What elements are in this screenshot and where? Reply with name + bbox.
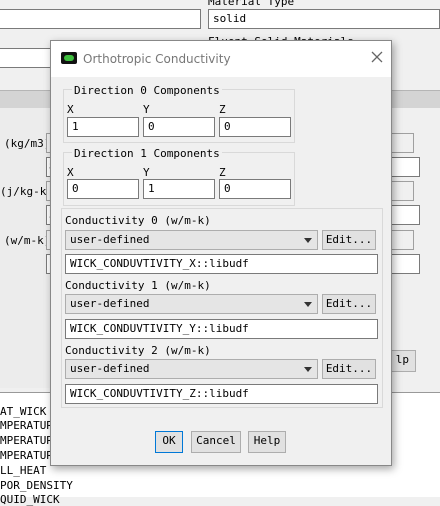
direction-0-x-input[interactable]: 1 (67, 117, 139, 137)
direction-0-z-input[interactable]: 0 (219, 117, 291, 137)
density-unit-label: (kg/m3) (4, 137, 51, 150)
list-item[interactable]: MPERATUR (0, 434, 53, 447)
direction-1-z-label: Z (219, 166, 226, 179)
right-field-3[interactable] (390, 254, 420, 274)
conductivity-0-method-value: user-defined (70, 233, 150, 246)
direction-1-legend: Direction 1 Components (72, 147, 222, 160)
conductivity-1-method-value: user-defined (70, 297, 150, 310)
list-item[interactable]: POR_DENSITY (0, 479, 73, 492)
direction-0-y-label: Y (143, 103, 150, 116)
help-button[interactable]: Help (248, 431, 286, 453)
conductivity-0-edit-button[interactable]: Edit... (322, 230, 376, 250)
list-item[interactable]: AT_WICK (0, 405, 46, 418)
direction-0-z-label: Z (219, 103, 226, 116)
direction-1-y-label: Y (143, 166, 150, 179)
direction-0-x-label: X (67, 103, 74, 116)
conductivity-2-method-value: user-defined (70, 362, 150, 375)
list-item[interactable]: LL_HEAT (0, 464, 46, 477)
list-item[interactable]: MPERATUR (0, 449, 53, 462)
conductivity-unit-label: (w/m-k) (4, 234, 51, 247)
material-type-label: Material Type (208, 0, 295, 8)
direction-0-y-input[interactable]: 0 (143, 117, 215, 137)
right-field-1[interactable] (390, 157, 420, 177)
conductivity-1-edit-button[interactable]: Edit... (322, 294, 376, 314)
ok-button[interactable]: OK (155, 431, 183, 453)
conductivity-2-method-select[interactable]: user-defined (65, 359, 318, 379)
direction-1-y-input[interactable]: 1 (143, 179, 215, 199)
close-icon[interactable] (369, 49, 385, 65)
density-edit-button[interactable] (390, 133, 414, 153)
material-type-field[interactable]: solid (208, 9, 440, 29)
orthotropic-conductivity-dialog: Orthotropic Conductivity Direction 0 Com… (50, 40, 392, 466)
dialog-titlebar[interactable]: Orthotropic Conductivity (51, 41, 391, 77)
chevron-down-icon (304, 238, 312, 243)
direction-1-x-label: X (67, 166, 74, 179)
list-item[interactable]: QUID_WICK (0, 493, 60, 506)
fluent-app-icon (61, 52, 77, 64)
cancel-button[interactable]: Cancel (191, 431, 241, 453)
conductivity-0-udf-field[interactable]: WICK_CONDUVTIVITY_X::libudf (65, 254, 378, 274)
chevron-down-icon (304, 302, 312, 307)
list-item[interactable]: MPERATUR (0, 419, 53, 432)
conductivity-1-udf-field[interactable]: WICK_CONDUVTIVITY_Y::libudf (65, 319, 378, 339)
conductivity-2-label: Conductivity 2 (w/m-k) (65, 344, 211, 357)
conductivity-1-method-select[interactable]: user-defined (65, 294, 318, 314)
cp-edit-button[interactable] (390, 181, 414, 201)
chevron-down-icon (304, 367, 312, 372)
dialog-title: Orthotropic Conductivity (83, 52, 231, 66)
conductivity-2-udf-field[interactable]: WICK_CONDUVTIVITY_Z::libudf (65, 384, 378, 404)
right-field-2[interactable] (390, 205, 420, 225)
conductivity-edit-button[interactable] (390, 230, 414, 250)
direction-1-x-input[interactable]: 0 (67, 179, 139, 199)
direction-0-legend: Direction 0 Components (72, 84, 222, 97)
conductivity-0-label: Conductivity 0 (w/m-k) (65, 214, 211, 227)
conductivity-0-method-select[interactable]: user-defined (65, 230, 318, 250)
material-name-field[interactable] (0, 9, 201, 29)
direction-1-z-input[interactable]: 0 (219, 179, 291, 199)
conductivity-2-edit-button[interactable]: Edit... (322, 359, 376, 379)
conductivity-1-label: Conductivity 1 (w/m-k) (65, 279, 211, 292)
properties-left-panel (0, 108, 50, 388)
